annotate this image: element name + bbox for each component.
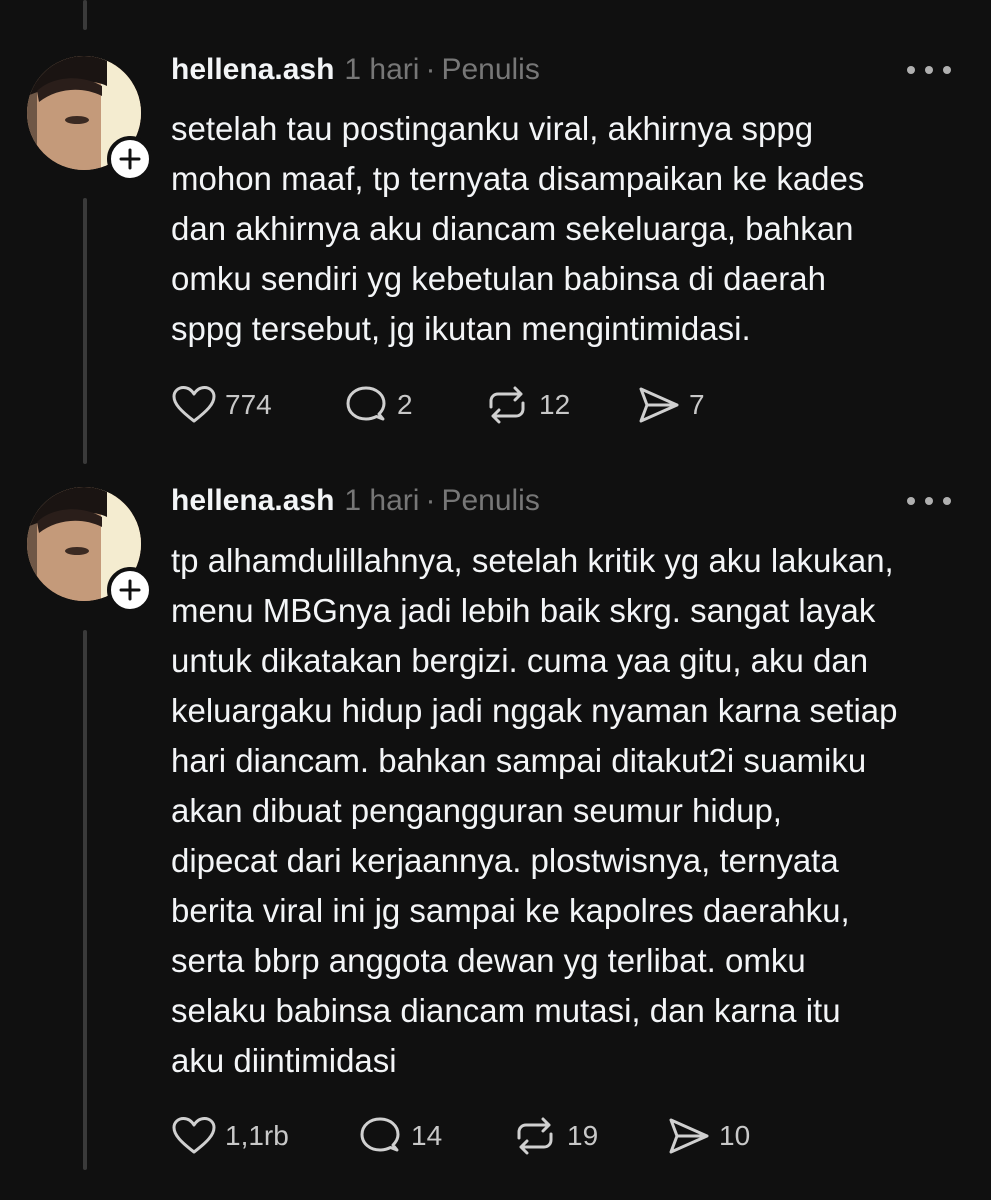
thread-line-2 bbox=[83, 630, 87, 1170]
follow-button[interactable] bbox=[107, 567, 153, 613]
ellipsis-icon bbox=[907, 497, 915, 505]
plus-icon bbox=[119, 579, 141, 601]
heart-icon bbox=[172, 1117, 216, 1154]
repost-count: 19 bbox=[567, 1120, 599, 1151]
post-text: tp alhamdulillahnya, setelah kritik yg a… bbox=[171, 542, 898, 1079]
post-meta: 1 hari · Penulis bbox=[344, 53, 539, 87]
like-count: 1,1rb bbox=[225, 1120, 289, 1151]
follow-button[interactable] bbox=[107, 136, 153, 182]
post-meta: 1 hari · Penulis bbox=[344, 484, 539, 518]
ellipsis-icon bbox=[907, 66, 915, 74]
author-role: Penulis bbox=[441, 53, 540, 86]
comment-icon bbox=[360, 1117, 400, 1152]
repost-icon bbox=[517, 1117, 553, 1155]
post-time: 1 hari bbox=[344, 53, 420, 86]
post-time: 1 hari bbox=[344, 484, 420, 517]
like-button[interactable]: 1,1rb bbox=[171, 1116, 357, 1156]
more-options-button[interactable] bbox=[907, 487, 951, 515]
send-icon bbox=[639, 387, 679, 423]
post-text: setelah tau postinganku viral, akhirnya … bbox=[171, 110, 865, 347]
reply-button[interactable]: 14 bbox=[357, 1116, 511, 1156]
post-header: hellena.ash 1 hari · Penulis bbox=[171, 50, 951, 90]
username[interactable]: hellena.ash bbox=[171, 484, 334, 518]
avatar-container bbox=[27, 56, 153, 182]
username[interactable]: hellena.ash bbox=[171, 53, 334, 87]
post-actions: 774 2 12 7 bbox=[171, 383, 755, 427]
more-options-button[interactable] bbox=[907, 56, 951, 84]
reply-count: 2 bbox=[397, 389, 413, 420]
share-button[interactable]: 10 bbox=[665, 1116, 785, 1156]
post-actions: 1,1rb 14 19 10 bbox=[171, 1114, 785, 1158]
repost-button[interactable]: 12 bbox=[483, 385, 635, 425]
repost-icon bbox=[489, 386, 525, 424]
repost-button[interactable]: 19 bbox=[511, 1116, 665, 1156]
share-count: 7 bbox=[689, 389, 705, 420]
reply-button[interactable]: 2 bbox=[343, 385, 483, 425]
meta-separator: · bbox=[425, 484, 436, 517]
comment-icon bbox=[346, 386, 386, 421]
post-header: hellena.ash 1 hari · Penulis bbox=[171, 481, 951, 521]
meta-separator: · bbox=[425, 53, 436, 86]
repost-count: 12 bbox=[539, 389, 571, 420]
heart-icon bbox=[172, 386, 216, 423]
send-icon bbox=[669, 1118, 709, 1154]
share-count: 10 bbox=[719, 1120, 751, 1151]
like-count: 774 bbox=[225, 389, 272, 420]
thread-line-top bbox=[83, 0, 87, 30]
thread-line-1 bbox=[83, 198, 87, 464]
author-role: Penulis bbox=[441, 484, 540, 517]
share-button[interactable]: 7 bbox=[635, 385, 755, 425]
like-button[interactable]: 774 bbox=[171, 385, 343, 425]
reply-count: 14 bbox=[411, 1120, 443, 1151]
plus-icon bbox=[119, 148, 141, 170]
avatar-container bbox=[27, 487, 153, 613]
